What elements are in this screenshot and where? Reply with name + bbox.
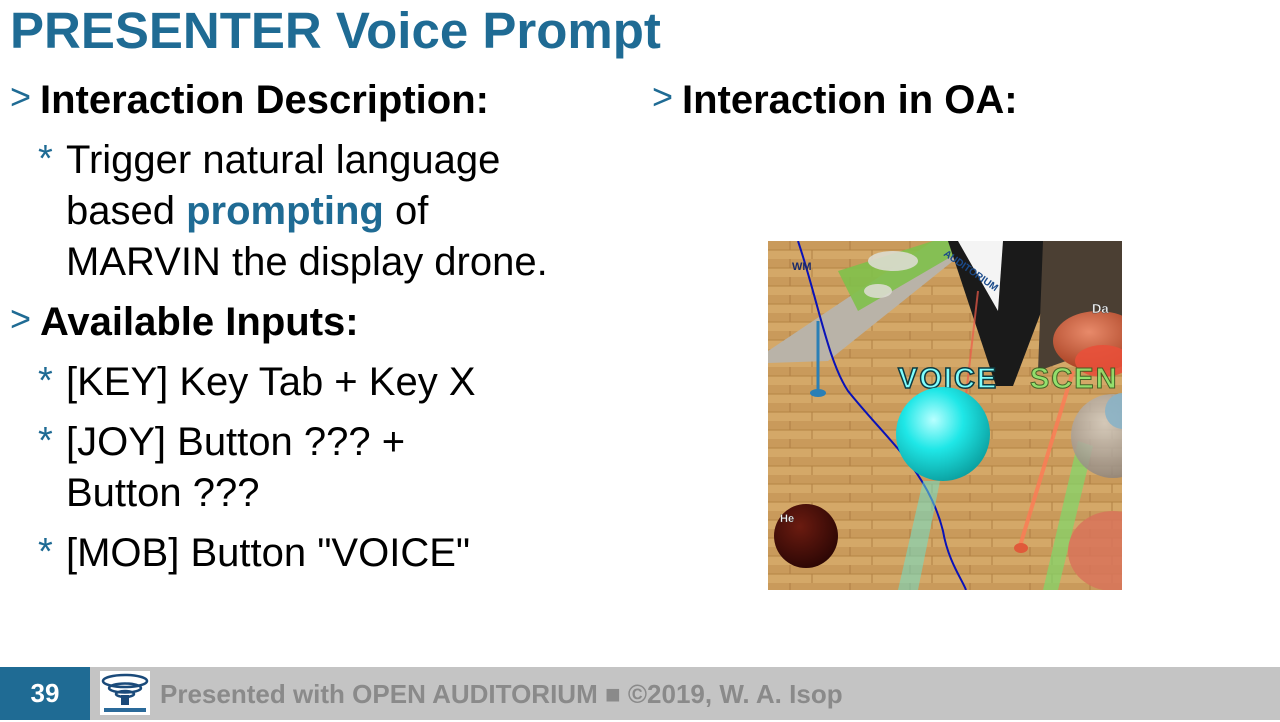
description-line-1: Trigger natural language — [66, 138, 501, 182]
input-bullet-joy: * [JOY] Button ??? + Button ??? — [38, 417, 405, 519]
name-tag-he: He — [780, 513, 794, 525]
description-line-2: based prompting of — [66, 186, 548, 237]
asterisk-icon: * — [38, 138, 53, 180]
slide-title: PRESENTER Voice Prompt — [10, 2, 661, 59]
description-line-3: MARVIN the display drone. — [66, 240, 548, 284]
chevron-right-icon: > — [10, 298, 32, 339]
description-text: Trigger natural language based prompting… — [66, 135, 548, 288]
heading-interaction-in-oa: > Interaction in OA: — [652, 77, 1018, 123]
input-line: [KEY] Key Tab + Key X — [66, 360, 476, 404]
description-text-pre: based — [66, 189, 187, 233]
name-tag-wm: WM — [792, 261, 812, 273]
heading-label: Available Inputs: — [40, 300, 359, 344]
description-text-post: of — [383, 189, 429, 233]
description-bullet: * Trigger natural language based prompti… — [38, 135, 548, 288]
heading-label: Interaction in OA: — [682, 78, 1018, 122]
cyan-sphere — [896, 387, 990, 481]
heading-available-inputs: > Available Inputs: — [10, 299, 359, 345]
input-text: [JOY] Button ??? + Button ??? — [66, 417, 405, 519]
input-bullet-mob: * [MOB] Button "VOICE" — [38, 528, 470, 579]
asterisk-icon: * — [38, 360, 53, 402]
page-number: 39 — [0, 667, 90, 720]
input-text: [KEY] Key Tab + Key X — [66, 357, 476, 408]
scene-illustration: AUDITORIUM WM Da VOICE SCEN He — [768, 241, 1122, 590]
input-line: Button ??? — [66, 471, 260, 515]
chevron-right-icon: > — [10, 76, 32, 117]
footer-bar: 39 Presented with OPEN AUDITORIUM ■ ©201… — [0, 667, 1280, 720]
input-line: [MOB] Button "VOICE" — [66, 531, 471, 575]
prompting-highlight: prompting — [186, 189, 384, 233]
asterisk-icon: * — [38, 531, 53, 573]
asterisk-icon: * — [38, 420, 53, 462]
open-auditorium-logo-icon — [100, 671, 150, 715]
heading-label: Interaction Description: — [40, 78, 489, 122]
name-tag-da: Da — [1092, 301, 1109, 316]
input-text: [MOB] Button "VOICE" — [66, 528, 470, 579]
oa-scene-screenshot: AUDITORIUM WM Da VOICE SCEN He — [768, 241, 1122, 590]
scene-label: SCEN — [1030, 363, 1119, 395]
heading-interaction-description: > Interaction Description: — [10, 77, 489, 123]
chevron-right-icon: > — [652, 76, 674, 117]
footer-credit: Presented with OPEN AUDITORIUM ■ ©2019, … — [160, 679, 843, 709]
input-bullet-key: * [KEY] Key Tab + Key X — [38, 357, 476, 408]
input-line: [JOY] Button ??? + — [66, 420, 406, 464]
